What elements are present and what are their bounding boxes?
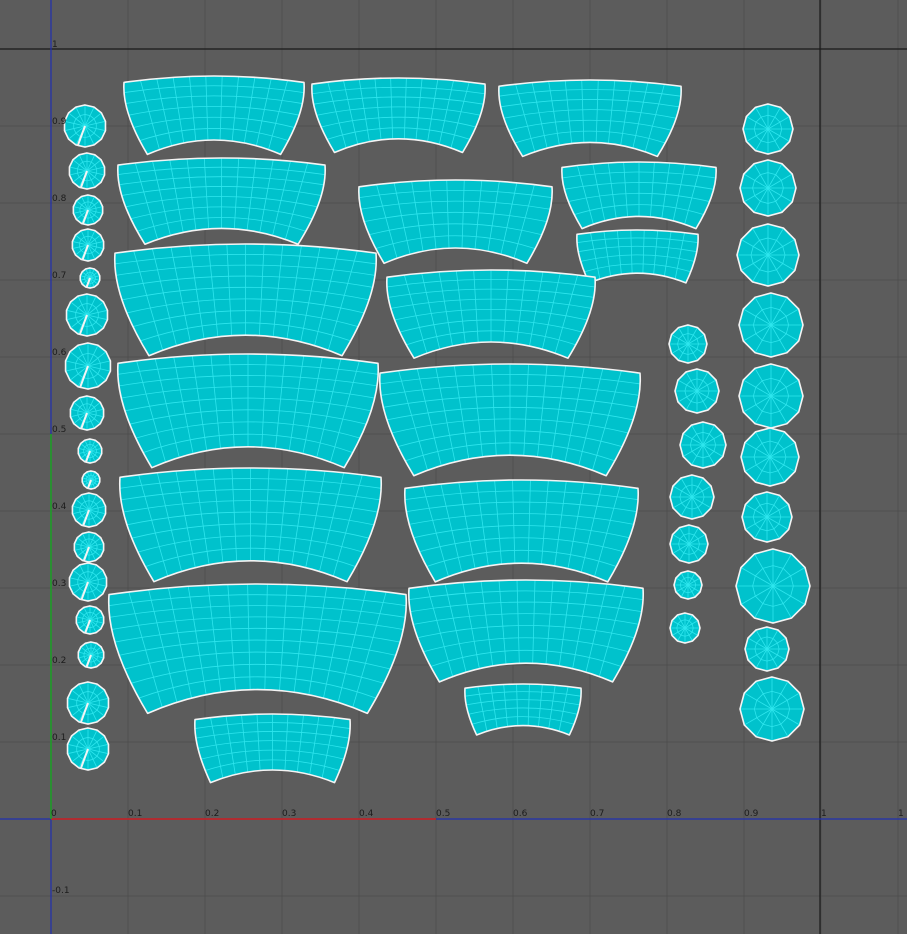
uv-shell-disc[interactable] bbox=[81, 470, 101, 490]
u-tick-label: 0.9 bbox=[744, 809, 759, 819]
uv-shell-disc[interactable] bbox=[738, 363, 804, 429]
u-tick-label: 1 bbox=[821, 809, 827, 819]
v-tick-label: 0.1 bbox=[52, 733, 66, 743]
u-tick-label: 0.5 bbox=[436, 809, 450, 819]
uv-shell-disc[interactable] bbox=[674, 368, 720, 414]
u-tick-label: 0.3 bbox=[282, 809, 296, 819]
uv-shell-disc[interactable] bbox=[72, 194, 104, 226]
uv-shell-disc[interactable] bbox=[736, 223, 800, 287]
uv-canvas[interactable]: 0 0.1 0.2 0.3 0.4 0.5 0.6 0.7 0.8 0.9 1 … bbox=[0, 0, 907, 934]
uv-shell-disc[interactable] bbox=[77, 438, 103, 464]
uv-shell-disc[interactable] bbox=[669, 474, 715, 520]
uv-shell-disc[interactable] bbox=[669, 524, 709, 564]
u-tick-label: 0.6 bbox=[513, 809, 528, 819]
uv-shell-disc[interactable] bbox=[63, 104, 107, 148]
u-tick-label: 0.2 bbox=[205, 809, 219, 819]
uv-shell-disc[interactable] bbox=[673, 570, 703, 600]
uv-shell-disc[interactable] bbox=[77, 641, 105, 669]
uv-shell-disc[interactable] bbox=[79, 267, 101, 289]
uv-shell-disc[interactable] bbox=[66, 681, 110, 725]
v-tick-label: 0.5 bbox=[52, 425, 66, 435]
v-tick-label: 0.6 bbox=[52, 348, 67, 358]
uv-shell-disc[interactable] bbox=[69, 395, 105, 431]
u-tick-label: 1 bbox=[898, 809, 904, 819]
uv-editor-viewport[interactable]: 0 0.1 0.2 0.3 0.4 0.5 0.6 0.7 0.8 0.9 1 … bbox=[0, 0, 907, 934]
v-tick-label: 0.4 bbox=[52, 502, 67, 512]
v-tick-label: 0.8 bbox=[52, 194, 67, 204]
uv-shell-disc[interactable] bbox=[66, 727, 110, 771]
uv-shell-disc[interactable] bbox=[65, 293, 109, 337]
v-tick-label: 1 bbox=[52, 40, 58, 50]
uv-shell-disc[interactable] bbox=[68, 562, 108, 602]
uv-shell-disc[interactable] bbox=[679, 421, 727, 469]
uv-shell-disc[interactable] bbox=[71, 492, 107, 528]
uv-shell-disc[interactable] bbox=[744, 626, 790, 672]
uv-shell-disc[interactable] bbox=[741, 491, 793, 543]
v-tick-label: 0.7 bbox=[52, 271, 66, 281]
v-tick-label: -0.1 bbox=[52, 886, 70, 896]
uv-shell-disc[interactable] bbox=[68, 152, 106, 190]
uv-shell-disc[interactable] bbox=[668, 324, 708, 364]
uv-shell-disc[interactable] bbox=[64, 342, 112, 390]
uv-shell-disc[interactable] bbox=[739, 676, 805, 742]
u-tick-label: 0.7 bbox=[590, 809, 604, 819]
v-tick-label: 0.9 bbox=[52, 117, 67, 127]
v-tick-label: 0.3 bbox=[52, 579, 66, 589]
uv-shell-disc[interactable] bbox=[71, 228, 105, 262]
u-tick-label: 0.1 bbox=[128, 809, 142, 819]
u-tick-label: 0.8 bbox=[667, 809, 682, 819]
uv-shell-disc[interactable] bbox=[739, 159, 797, 217]
u-tick-label: 0 bbox=[51, 809, 57, 819]
u-tick-label: 0.4 bbox=[359, 809, 374, 819]
uv-shell-disc[interactable] bbox=[740, 427, 800, 487]
v-tick-label: 0.2 bbox=[52, 656, 66, 666]
uv-shell-disc[interactable] bbox=[73, 531, 105, 563]
uv-shell-disc[interactable] bbox=[75, 605, 105, 635]
uv-shell-disc[interactable] bbox=[742, 103, 794, 155]
uv-shell-disc[interactable] bbox=[738, 292, 804, 358]
uv-shell-disc[interactable] bbox=[669, 612, 701, 644]
